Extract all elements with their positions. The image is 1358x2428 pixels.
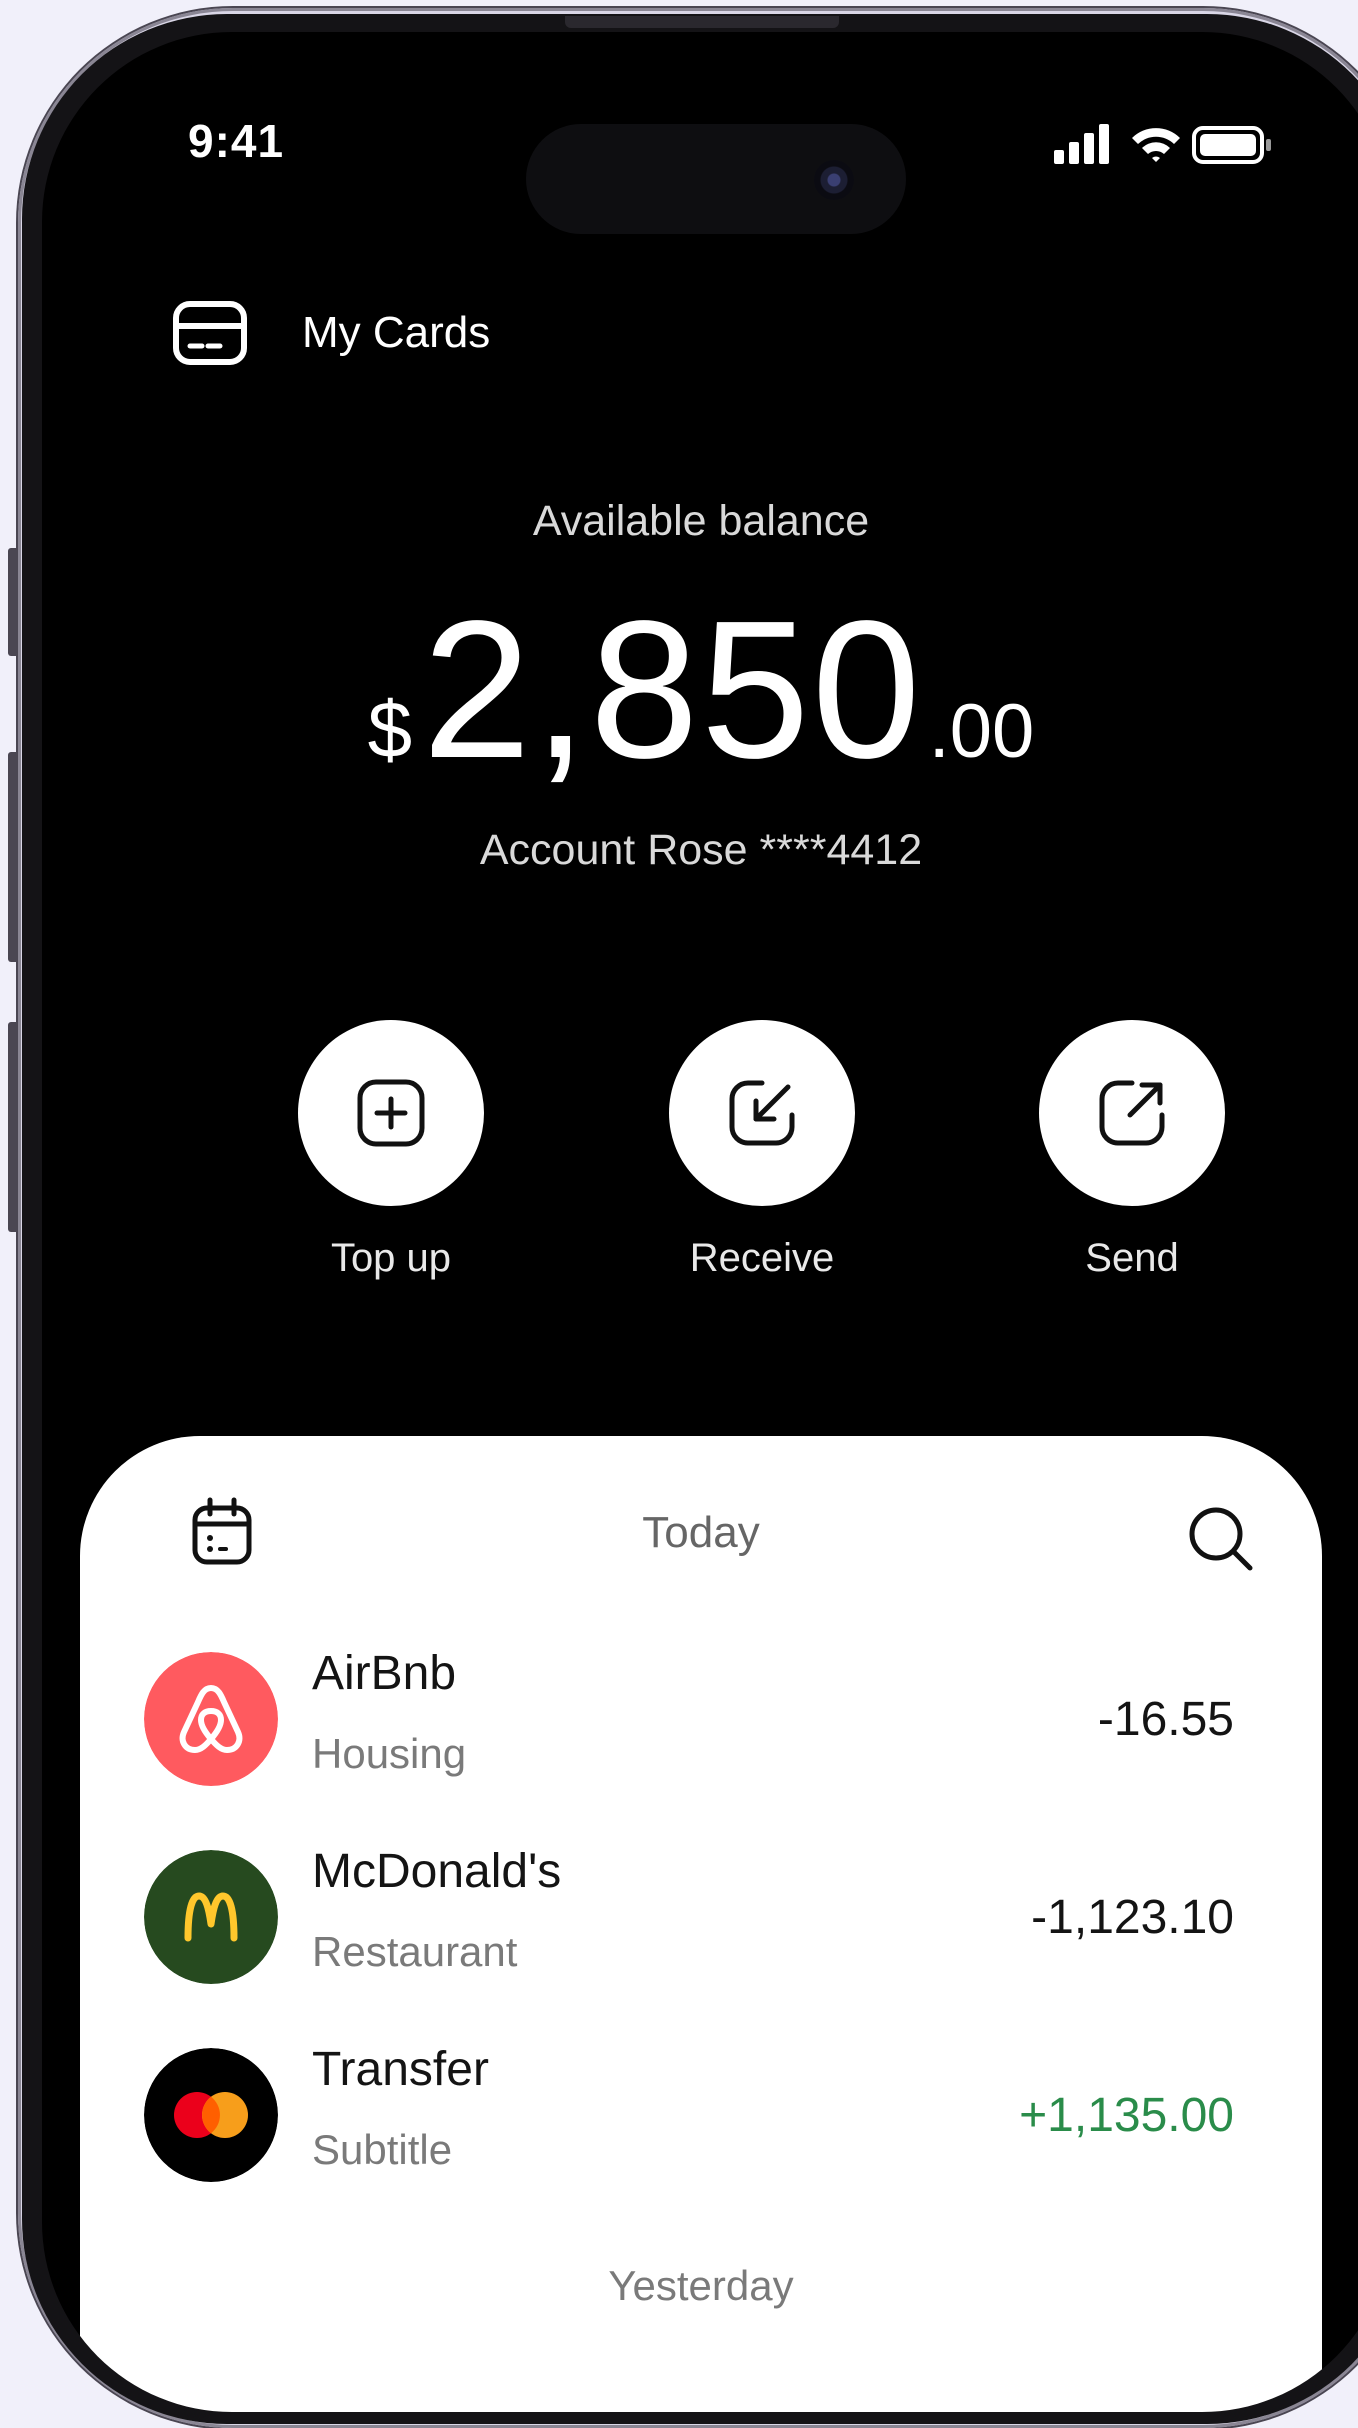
- front-camera: [814, 160, 854, 200]
- balance-amount: $ 2,850 .00: [42, 592, 1358, 788]
- send-button[interactable]: Send: [1032, 1020, 1232, 1281]
- card-icon[interactable]: [172, 300, 248, 366]
- airbnb-logo: [144, 1652, 278, 1786]
- top-up-button[interactable]: Top up: [291, 1020, 491, 1281]
- transaction-name: AirBnb: [312, 1647, 457, 1700]
- balance-cents: .00: [928, 689, 1035, 774]
- header: My Cards: [172, 300, 490, 366]
- mcdonalds-logo: [144, 1850, 278, 1984]
- receive-label: Receive: [689, 1236, 835, 1280]
- receive-circle[interactable]: [669, 1020, 855, 1206]
- arrow-up-right-icon: [1099, 1080, 1165, 1146]
- send-circle[interactable]: [1039, 1020, 1225, 1206]
- battery-icon: [1192, 126, 1271, 164]
- transaction-category: Restaurant: [312, 1928, 518, 1975]
- sheet-title: Today: [642, 1508, 760, 1557]
- top-up-circle[interactable]: [298, 1020, 484, 1206]
- transaction-category: Housing: [312, 1730, 467, 1777]
- status-icons: [1054, 124, 1271, 164]
- phone-speaker-grille: [565, 16, 839, 28]
- transaction-amount: -1,123.10: [1031, 1891, 1234, 1944]
- transaction-row[interactable]: McDonald's Restaurant -1,123.10: [144, 1845, 1234, 1986]
- account-label[interactable]: Account Rose ****4412: [42, 826, 1358, 875]
- status-time: 9:41: [188, 115, 285, 167]
- top-up-label: Top up: [330, 1236, 452, 1280]
- phone-screen: 9:41 My Cards Available balance $ 2,850 …: [42, 32, 1358, 2412]
- mastercard-logo: [144, 2048, 278, 2182]
- plus-square-icon: [357, 1079, 425, 1147]
- sheet-header: Today: [80, 1496, 1322, 1576]
- arrow-down-left-icon: [729, 1080, 795, 1146]
- transaction-category: Subtitle: [312, 2126, 453, 2173]
- receive-button[interactable]: Receive: [662, 1020, 862, 1281]
- currency-symbol: $: [367, 685, 413, 774]
- transaction-amount: -16.55: [1097, 1693, 1234, 1746]
- send-label: Send: [1085, 1236, 1179, 1280]
- wifi-icon: [1132, 128, 1180, 162]
- transaction-amount: +1,135.00: [1019, 2089, 1234, 2142]
- transaction-row[interactable]: AirBnb Housing -16.55: [144, 1647, 1234, 1788]
- cellular-signal-icon: [1054, 124, 1109, 164]
- balance-main: 2,850: [422, 580, 923, 799]
- page-title[interactable]: My Cards: [302, 308, 490, 358]
- section-label-yesterday: Yesterday: [608, 2262, 794, 2309]
- transaction-name: McDonald's: [312, 1845, 562, 1898]
- balance-label: Available balance: [532, 497, 870, 545]
- transaction-name: Transfer: [312, 2043, 489, 2096]
- search-icon[interactable]: [1184, 1502, 1256, 1574]
- transaction-row[interactable]: Transfer Subtitle +1,135.00: [144, 2043, 1234, 2184]
